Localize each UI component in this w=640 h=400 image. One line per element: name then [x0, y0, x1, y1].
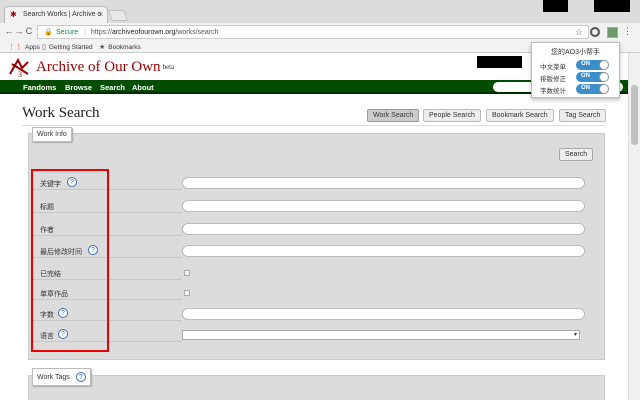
toggle-label: 字数统计 — [540, 88, 566, 95]
work-tags-fieldset — [28, 375, 605, 400]
tab-bookmark-search[interactable]: Bookmark Search — [486, 109, 554, 122]
browser-tab[interactable]: ✱ Search Works | Archive o × — [4, 6, 108, 23]
url-separator: | — [84, 29, 86, 36]
field-row-author: 作者 — [32, 223, 585, 237]
chinese-menu-toggle[interactable]: ON — [576, 60, 609, 70]
highlight-annotation-box — [31, 169, 109, 352]
title-input[interactable] — [182, 200, 585, 212]
site-logo[interactable]: 3 Archive of Our Own beta — [8, 56, 174, 78]
lock-icon: 🔒 — [44, 29, 53, 36]
help-icon[interactable]: ? — [75, 372, 86, 382]
nav-about[interactable]: About — [132, 83, 154, 92]
bookmark-label: Apps — [25, 43, 40, 51]
tab-work-search[interactable]: Work Search — [367, 109, 420, 122]
toggle-row-word-count: 字数统计 ON — [540, 84, 616, 95]
redacted-box — [477, 56, 522, 68]
bookmark-label: Getting Started — [48, 43, 93, 51]
browser-menu-icon[interactable]: ⋮ — [623, 26, 632, 37]
popup-title: 您的AO3小帮手 — [550, 49, 600, 56]
redacted-box — [543, 0, 568, 12]
tab-title: Search Works | Archive o — [23, 11, 102, 18]
work-info-legend: Work Info — [32, 127, 72, 142]
field-row-language: 语言 ? ▾ — [32, 329, 585, 343]
word-count-input[interactable] — [182, 308, 585, 320]
url-scheme: https:// — [90, 29, 112, 36]
site-logo-beta: beta — [162, 63, 175, 71]
word-count-toggle[interactable]: ON — [576, 84, 609, 94]
url-host: archiveofourown.org — [111, 29, 176, 36]
reload-icon[interactable]: C — [24, 26, 34, 36]
page-title: Work Search — [22, 105, 100, 121]
last-updated-input[interactable] — [182, 245, 585, 257]
field-row-keyword: 关键字 ? — [32, 177, 585, 191]
toggle-state: ON — [581, 73, 590, 79]
nav-browse[interactable]: Browse — [65, 83, 92, 92]
page-icon: ▯ — [42, 44, 46, 51]
ao3-favicon-icon: ✱ — [10, 10, 17, 19]
work-tags-legend: Work Tags ? — [32, 368, 91, 386]
field-row-title: 标题 — [32, 200, 585, 214]
extension-popup: 您的AO3小帮手 中文菜单 ON 排版修正 ON 字数统计 ON — [531, 42, 620, 98]
svg-text:3: 3 — [18, 70, 22, 78]
page-content: 3 Archive of Our Own beta Fandoms Browse… — [0, 53, 628, 400]
browser-tab-strip: ✱ Search Works | Archive o × — [0, 0, 640, 23]
toggle-label: 排版修正 — [540, 76, 566, 83]
nav-fandoms[interactable]: Fandoms — [23, 83, 56, 92]
toggle-knob — [599, 72, 609, 82]
star-icon: ★ — [99, 44, 106, 51]
new-tab-button[interactable] — [107, 10, 129, 21]
page-scrollbar[interactable] — [628, 53, 640, 400]
toggle-knob — [599, 60, 609, 70]
keyword-input[interactable] — [182, 177, 585, 189]
bookmark-getting-started[interactable]: ▯ Getting Started — [42, 43, 93, 52]
author-input[interactable] — [182, 223, 585, 235]
apps-grid-icon: ⋮⋮ — [8, 44, 22, 51]
chevron-down-icon: ▾ — [573, 332, 577, 338]
field-row-complete: 已完结 — [32, 267, 585, 281]
toggle-row-layout-fix: 排版修正 ON — [540, 72, 616, 83]
tab-people-search[interactable]: People Search — [423, 109, 481, 122]
bookmark-label: Bookmarks — [108, 43, 141, 51]
search-button[interactable]: Search — [559, 148, 594, 161]
nav-search[interactable]: Search — [100, 83, 125, 92]
tab-tag-search[interactable]: Tag Search — [559, 109, 607, 122]
forward-icon[interactable]: → — [14, 26, 24, 36]
field-row-single-chapter: 单章作品 — [32, 287, 585, 301]
secure-label: Secure — [56, 29, 79, 36]
toggle-knob — [599, 84, 609, 94]
bookmark-star-icon[interactable]: ☆ — [575, 27, 583, 38]
scrollbar-thumb[interactable] — [631, 85, 638, 145]
address-bar[interactable]: 🔒 Secure | https://archiveofourown.org/w… — [37, 25, 589, 39]
language-select[interactable]: ▾ — [182, 330, 580, 340]
layout-fix-toggle[interactable]: ON — [576, 72, 609, 82]
work-tags-label: Work Tags — [37, 373, 70, 381]
field-row-last-updated: 最后修改时间 ? — [32, 245, 585, 259]
complete-checkbox[interactable] — [184, 270, 190, 276]
extension-circle-icon[interactable] — [590, 27, 600, 37]
toggle-state: ON — [581, 61, 590, 67]
toggle-row-chinese-menu: 中文菜单 ON — [540, 60, 616, 71]
toggle-label: 中文菜单 — [540, 64, 566, 71]
bookmark-bookmarks[interactable]: ★ Bookmarks — [99, 43, 141, 52]
ao3-logo-icon: 3 — [9, 57, 29, 78]
toggle-state: ON — [581, 85, 590, 91]
browser-toolbar: ← → C 🔒 Secure | https://archiveofourown… — [0, 23, 640, 41]
single-chapter-checkbox[interactable] — [184, 290, 190, 296]
ao3-helper-extension-icon[interactable] — [607, 27, 618, 38]
field-row-word-count: 字数 ? — [32, 308, 585, 322]
divider — [22, 125, 605, 126]
back-icon[interactable]: ← — [4, 26, 14, 36]
url-path: /works/search — [175, 29, 219, 36]
site-logo-text: Archive of Our Own — [36, 58, 161, 75]
tab-close-icon[interactable]: × — [98, 10, 103, 19]
redacted-box — [594, 0, 630, 12]
bookmark-apps[interactable]: ⋮⋮ Apps — [8, 43, 40, 52]
